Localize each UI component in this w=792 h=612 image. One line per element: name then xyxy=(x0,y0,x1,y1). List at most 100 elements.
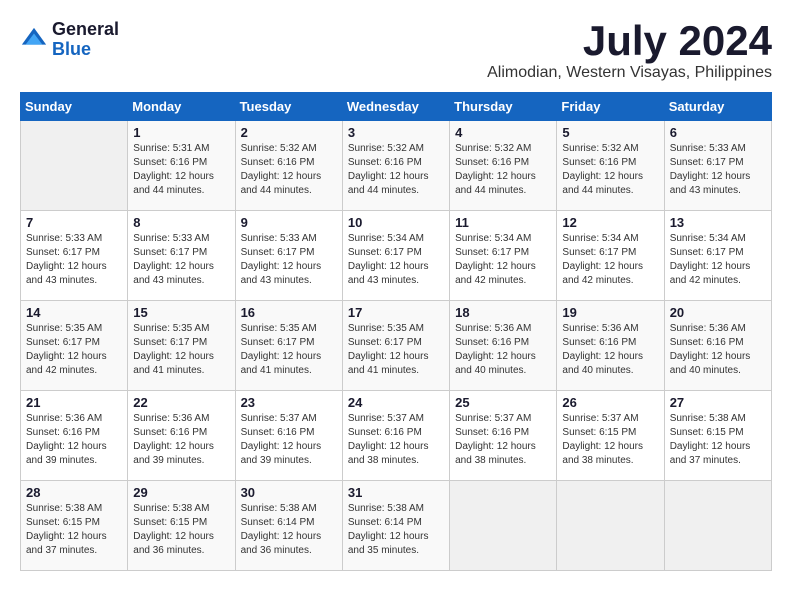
day-number: 28 xyxy=(26,485,122,500)
calendar-cell: 24 Sunrise: 5:37 AMSunset: 6:16 PMDayligh… xyxy=(342,391,449,481)
calendar-cell xyxy=(21,121,128,211)
day-number: 6 xyxy=(670,125,766,140)
day-info: Sunrise: 5:36 AMSunset: 6:16 PMDaylight:… xyxy=(133,412,229,468)
logo: General Blue xyxy=(20,20,119,60)
calendar-cell: 25Sunrise: 5:37 AMSunset: 6:16 PMDayligh… xyxy=(450,391,557,481)
day-info: Sunrise: 5:33 AMSunset: 6:17 PMDaylight:… xyxy=(26,232,122,288)
calendar-cell: 20 Sunrise: 5:36 AMSunset: 6:16 PMDayligh… xyxy=(664,301,771,391)
day-info: Sunrise: 5:38 AMSunset: 6:14 PMDaylight:… xyxy=(241,502,337,558)
calendar-cell: 23 Sunrise: 5:37 AMSunset: 6:16 PMDayligh… xyxy=(235,391,342,481)
day-info: Sunrise: 5:36 AMSunset: 6:16 PMDaylight:… xyxy=(26,412,122,468)
calendar-cell: 21 Sunrise: 5:36 AMSunset: 6:16 PMDayligh… xyxy=(21,391,128,481)
day-info: Sunrise: 5:37 AMSunset: 6:16 PMDaylight:… xyxy=(348,412,444,468)
calendar-cell: 18 Sunrise: 5:36 AMSunset: 6:16 PMDayligh… xyxy=(450,301,557,391)
calendar-cell: 27Sunrise: 5:38 AMSunset: 6:15 PMDayligh… xyxy=(664,391,771,481)
location-title: Alimodian, Western Visayas, Philippines xyxy=(487,64,772,82)
day-info: Sunrise: 5:35 AMSunset: 6:17 PMDaylight:… xyxy=(241,322,337,378)
day-info: Sunrise: 5:34 AMSunset: 6:17 PMDaylight:… xyxy=(348,232,444,288)
day-info: Sunrise: 5:36 AMSunset: 6:16 PMDaylight:… xyxy=(455,322,551,378)
day-number: 7 xyxy=(26,215,122,230)
day-number: 13 xyxy=(670,215,766,230)
day-number: 20 xyxy=(670,305,766,320)
calendar-cell xyxy=(557,481,664,571)
calendar-cell: 16 Sunrise: 5:35 AMSunset: 6:17 PMDayligh… xyxy=(235,301,342,391)
day-number: 14 xyxy=(26,305,122,320)
day-number: 8 xyxy=(133,215,229,230)
day-number: 26 xyxy=(562,395,658,410)
logo-text-line1: General xyxy=(52,20,119,40)
calendar-cell: 2 Sunrise: 5:32 AMSunset: 6:16 PMDaylight… xyxy=(235,121,342,211)
day-number: 24 xyxy=(348,395,444,410)
calendar-cell: 7 Sunrise: 5:33 AMSunset: 6:17 PMDaylight… xyxy=(21,211,128,301)
day-number: 16 xyxy=(241,305,337,320)
calendar-cell: 10 Sunrise: 5:34 AMSunset: 6:17 PMDayligh… xyxy=(342,211,449,301)
day-info: Sunrise: 5:34 AMSunset: 6:17 PMDaylight:… xyxy=(670,232,766,288)
day-number: 12 xyxy=(562,215,658,230)
day-info: Sunrise: 5:32 AMSunset: 6:16 PMDaylight:… xyxy=(562,142,658,198)
calendar-cell: 30 Sunrise: 5:38 AMSunset: 6:14 PMDayligh… xyxy=(235,481,342,571)
day-number: 23 xyxy=(241,395,337,410)
day-number: 30 xyxy=(241,485,337,500)
calendar-cell: 15 Sunrise: 5:35 AMSunset: 6:17 PMDayligh… xyxy=(128,301,235,391)
day-info: Sunrise: 5:36 AMSunset: 6:16 PMDaylight:… xyxy=(670,322,766,378)
day-info: Sunrise: 5:32 AMSunset: 6:16 PMDaylight:… xyxy=(348,142,444,198)
day-number: 10 xyxy=(348,215,444,230)
calendar-cell: 17Sunrise: 5:35 AMSunset: 6:17 PMDayligh… xyxy=(342,301,449,391)
day-info: Sunrise: 5:33 AMSunset: 6:17 PMDaylight:… xyxy=(133,232,229,288)
calendar-cell: 13 Sunrise: 5:34 AMSunset: 6:17 PMDayligh… xyxy=(664,211,771,301)
weekday-header-cell: Monday xyxy=(128,93,235,121)
calendar-cell: 12 Sunrise: 5:34 AMSunset: 6:17 PMDayligh… xyxy=(557,211,664,301)
calendar-cell: 5Sunrise: 5:32 AMSunset: 6:16 PMDaylight… xyxy=(557,121,664,211)
calendar-cell: 22 Sunrise: 5:36 AMSunset: 6:16 PMDayligh… xyxy=(128,391,235,481)
title-block: July 2024 Alimodian, Western Visayas, Ph… xyxy=(487,20,772,82)
day-number: 4 xyxy=(455,125,551,140)
calendar-week-row: 28 Sunrise: 5:38 AMSunset: 6:15 PMDayligh… xyxy=(21,481,772,571)
calendar-cell: 31 Sunrise: 5:38 AMSunset: 6:14 PMDayligh… xyxy=(342,481,449,571)
weekday-header-cell: Friday xyxy=(557,93,664,121)
calendar-cell: 14 Sunrise: 5:35 AMSunset: 6:17 PMDayligh… xyxy=(21,301,128,391)
weekday-header-cell: Saturday xyxy=(664,93,771,121)
day-number: 29 xyxy=(133,485,229,500)
calendar-cell: 19 Sunrise: 5:36 AMSunset: 6:16 PMDayligh… xyxy=(557,301,664,391)
calendar-week-row: 7 Sunrise: 5:33 AMSunset: 6:17 PMDaylight… xyxy=(21,211,772,301)
weekday-header-row: SundayMondayTuesdayWednesdayThursdayFrid… xyxy=(21,93,772,121)
day-info: Sunrise: 5:35 AMSunset: 6:17 PMDaylight:… xyxy=(26,322,122,378)
day-number: 22 xyxy=(133,395,229,410)
day-info: Sunrise: 5:38 AMSunset: 6:15 PMDaylight:… xyxy=(670,412,766,468)
calendar-cell xyxy=(450,481,557,571)
calendar-week-row: 1Sunrise: 5:31 AMSunset: 6:16 PMDaylight… xyxy=(21,121,772,211)
day-number: 19 xyxy=(562,305,658,320)
day-number: 21 xyxy=(26,395,122,410)
day-info: Sunrise: 5:33 AMSunset: 6:17 PMDaylight:… xyxy=(241,232,337,288)
day-info: Sunrise: 5:31 AMSunset: 6:16 PMDaylight:… xyxy=(133,142,229,198)
day-number: 17 xyxy=(348,305,444,320)
day-info: Sunrise: 5:36 AMSunset: 6:16 PMDaylight:… xyxy=(562,322,658,378)
calendar-cell: 4 Sunrise: 5:32 AMSunset: 6:16 PMDaylight… xyxy=(450,121,557,211)
day-number: 11 xyxy=(455,215,551,230)
day-number: 2 xyxy=(241,125,337,140)
day-number: 31 xyxy=(348,485,444,500)
calendar-body: 1Sunrise: 5:31 AMSunset: 6:16 PMDaylight… xyxy=(21,121,772,571)
weekday-header-cell: Sunday xyxy=(21,93,128,121)
day-number: 9 xyxy=(241,215,337,230)
day-info: Sunrise: 5:34 AMSunset: 6:17 PMDaylight:… xyxy=(562,232,658,288)
month-title: July 2024 xyxy=(487,20,772,62)
logo-text-line2: Blue xyxy=(52,40,119,60)
day-info: Sunrise: 5:38 AMSunset: 6:14 PMDaylight:… xyxy=(348,502,444,558)
day-info: Sunrise: 5:37 AMSunset: 6:15 PMDaylight:… xyxy=(562,412,658,468)
day-info: Sunrise: 5:33 AMSunset: 6:17 PMDaylight:… xyxy=(670,142,766,198)
day-number: 18 xyxy=(455,305,551,320)
calendar-cell xyxy=(664,481,771,571)
calendar-week-row: 14 Sunrise: 5:35 AMSunset: 6:17 PMDayligh… xyxy=(21,301,772,391)
day-number: 15 xyxy=(133,305,229,320)
weekday-header-cell: Tuesday xyxy=(235,93,342,121)
calendar-cell: 3Sunrise: 5:32 AMSunset: 6:16 PMDaylight… xyxy=(342,121,449,211)
calendar-cell: 26 Sunrise: 5:37 AMSunset: 6:15 PMDayligh… xyxy=(557,391,664,481)
day-info: Sunrise: 5:32 AMSunset: 6:16 PMDaylight:… xyxy=(241,142,337,198)
day-info: Sunrise: 5:35 AMSunset: 6:17 PMDaylight:… xyxy=(133,322,229,378)
day-info: Sunrise: 5:37 AMSunset: 6:16 PMDaylight:… xyxy=(241,412,337,468)
calendar-cell: 11Sunrise: 5:34 AMSunset: 6:17 PMDayligh… xyxy=(450,211,557,301)
day-info: Sunrise: 5:32 AMSunset: 6:16 PMDaylight:… xyxy=(455,142,551,198)
day-info: Sunrise: 5:37 AMSunset: 6:16 PMDaylight:… xyxy=(455,412,551,468)
day-info: Sunrise: 5:38 AMSunset: 6:15 PMDaylight:… xyxy=(133,502,229,558)
